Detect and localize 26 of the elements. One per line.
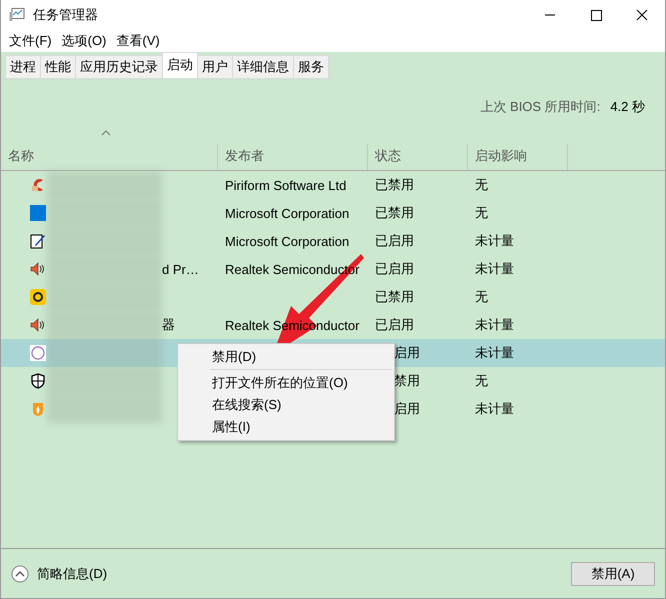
table-cell: 未计量 [475, 401, 514, 416]
table-cell: 禁用 [394, 373, 420, 388]
table-cell: 未计量 [475, 261, 514, 276]
bios-time-label: 上次 BIOS 所用时间: [480, 98, 600, 116]
table-cell: 未计量 [475, 233, 514, 248]
table-cell: 已启用 [375, 317, 414, 332]
table-cell: 器 [162, 316, 175, 334]
table-cell: d Pr… [162, 262, 199, 276]
table-cell: Microsoft Corporation [225, 206, 350, 220]
table-cell: 已禁用 [375, 289, 414, 304]
window-title: 任务管理器 [33, 6, 98, 24]
table-cell: 启用 [394, 401, 420, 416]
table-cell: 已禁用 [375, 177, 414, 192]
table-cell: 无 [475, 177, 488, 192]
table-cell: 无 [475, 373, 488, 388]
table-cell: 已启用 [375, 261, 414, 276]
table-cell: 未计量 [475, 345, 514, 360]
table-cell: 启用 [394, 345, 420, 360]
table-cell: 无 [475, 205, 488, 220]
table-cell: 已禁用 [375, 205, 414, 220]
table-cell: Piriform Software Ltd [225, 178, 346, 192]
table-cell: 无 [475, 289, 488, 304]
table-cell: 未计量 [475, 317, 514, 332]
table-cell: 已启用 [375, 233, 414, 248]
bios-time-value: 4.2 秒 [610, 98, 645, 116]
table-cell: Microsoft Corporation [225, 234, 350, 248]
